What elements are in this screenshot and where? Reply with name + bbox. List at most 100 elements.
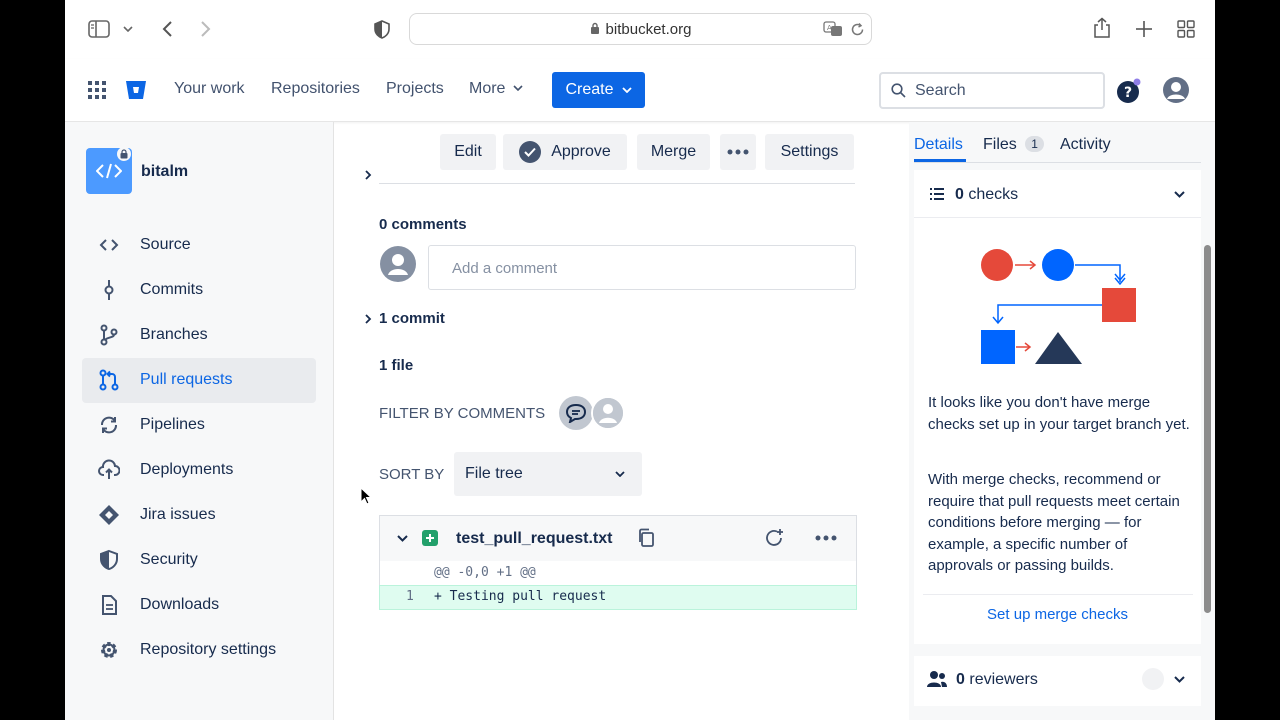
reviewers-card[interactable]: 0 reviewers — [914, 656, 1201, 706]
app-switcher-icon[interactable] — [87, 80, 107, 100]
more-icon — [727, 149, 749, 155]
sidebar-item-repository-settings[interactable]: Repository settings — [82, 628, 316, 673]
edit-button[interactable]: Edit — [440, 134, 496, 170]
avatar[interactable] — [1162, 76, 1190, 104]
privacy-shield-icon[interactable] — [371, 18, 393, 40]
document-icon — [102, 595, 117, 615]
comment-refresh-icon[interactable] — [764, 528, 785, 548]
help-icon[interactable]: ? — [1116, 78, 1142, 104]
code-icon — [99, 239, 119, 251]
reload-icon[interactable] — [848, 20, 866, 38]
commits-toggle[interactable]: 1 commit — [379, 310, 445, 327]
line-number: 1 — [406, 589, 414, 604]
sidebar-item-commits[interactable]: Commits — [82, 268, 316, 313]
sort-value: File tree — [465, 465, 523, 482]
translate-icon[interactable]: A — [822, 20, 844, 38]
bitbucket-app: bitbucket.org A Your work Repositories P… — [65, 0, 1215, 720]
jira-icon — [99, 505, 119, 525]
sidebar-item-label: Source — [140, 236, 191, 253]
browser-toolbar: bitbucket.org A — [65, 0, 1215, 60]
chevron-down-icon — [1174, 676, 1185, 683]
checks-description: With merge checks, recommend or require … — [928, 471, 1180, 574]
sidebar-item-pipelines[interactable]: Pipelines — [82, 403, 316, 448]
repository-sidebar: bitalm Source Commits Branches Pull requ… — [65, 122, 334, 720]
sidebar-item-label: Repository settings — [140, 641, 277, 658]
more-icon[interactable] — [815, 535, 837, 541]
sidebar-item-jira-issues[interactable]: Jira issues — [82, 493, 316, 538]
sidebar-item-source[interactable]: Source — [82, 223, 316, 268]
chevron-down-icon[interactable] — [397, 535, 408, 542]
sidebar-item-label: Pipelines — [140, 416, 205, 433]
nav-more-label: More — [469, 80, 506, 97]
sidebar-toggle-icon[interactable] — [87, 18, 111, 40]
search-placeholder: Search — [915, 82, 966, 99]
filter-comments-toggle[interactable] — [559, 396, 593, 430]
chevron-down-icon[interactable] — [121, 20, 135, 38]
tab-overview-icon[interactable] — [1175, 18, 1197, 40]
approve-label: Approve — [551, 143, 611, 160]
sidebar-item-branches[interactable]: Branches — [82, 313, 316, 358]
create-button[interactable]: Create — [552, 72, 645, 108]
tab-files[interactable]: Files 1 — [983, 136, 1044, 154]
approve-button[interactable]: Approve — [503, 134, 627, 170]
checks-header[interactable]: 0 checks — [914, 170, 1201, 218]
comment-input[interactable]: Add a comment — [428, 245, 856, 290]
private-lock-icon — [117, 147, 131, 161]
hunk-header-text: @@ -0,0 +1 @@ — [434, 565, 536, 580]
chevron-right-icon[interactable] — [363, 169, 373, 181]
sort-select[interactable]: File tree — [454, 452, 642, 496]
files-count: 1 file — [379, 357, 414, 374]
copy-icon[interactable] — [637, 528, 655, 548]
share-icon[interactable] — [1091, 16, 1113, 40]
approve-check-icon — [519, 141, 542, 163]
setup-merge-checks-link[interactable]: Set up merge checks — [914, 606, 1201, 623]
file-name[interactable]: test_pull_request.txt — [456, 530, 612, 548]
more-actions-button[interactable] — [720, 134, 756, 170]
forward-icon[interactable] — [196, 18, 216, 40]
url-text: bitbucket.org — [410, 21, 871, 38]
checks-title: 0 checks — [955, 186, 1018, 204]
comments-count: 0 comments — [379, 216, 467, 233]
tab-details[interactable]: Details — [914, 136, 963, 154]
mouse-cursor-icon — [360, 487, 372, 505]
new-tab-icon[interactable] — [1133, 18, 1155, 40]
bitbucket-logo-icon[interactable] — [124, 79, 148, 101]
list-icon — [930, 188, 944, 200]
reviewers-label: reviewers — [969, 671, 1038, 688]
filter-user-avatar[interactable] — [591, 396, 625, 430]
nav-projects[interactable]: Projects — [386, 80, 444, 98]
sidebar-item-label: Pull requests — [140, 371, 233, 388]
sidebar-item-label: Commits — [140, 281, 204, 298]
repository-name[interactable]: bitalm — [141, 163, 188, 181]
nav-repositories[interactable]: Repositories — [271, 80, 360, 98]
svg-text:A: A — [827, 24, 832, 32]
top-navigation: Your work Repositories Projects More Cre… — [65, 59, 1215, 122]
filter-by-comments-label: FILTER BY COMMENTS — [379, 405, 546, 422]
lock-icon — [590, 22, 599, 34]
sidebar-item-downloads[interactable]: Downloads — [82, 583, 316, 628]
file-added-icon — [422, 530, 438, 546]
search-input[interactable]: Search — [879, 72, 1105, 109]
comment-placeholder: Add a comment — [452, 260, 558, 277]
merge-button[interactable]: Merge — [637, 134, 710, 170]
reviewers-count: 0 — [956, 671, 965, 688]
chevron-right-icon[interactable] — [363, 313, 373, 325]
deployments-icon — [98, 459, 120, 479]
nav-more[interactable]: More — [469, 80, 523, 98]
tabs-divider — [914, 162, 1201, 163]
file-diff-header: test_pull_request.txt — [379, 515, 857, 562]
address-bar[interactable]: bitbucket.org A — [409, 13, 872, 45]
user-avatar — [380, 246, 416, 282]
sidebar-item-security[interactable]: Security — [82, 538, 316, 583]
divider — [379, 183, 855, 184]
diff-added-line: 1 + Testing pull request — [379, 585, 857, 610]
nav-your-work[interactable]: Your work — [174, 80, 245, 98]
sidebar-item-pull-requests[interactable]: Pull requests — [82, 358, 316, 403]
checks-count: 0 — [955, 186, 964, 203]
scrollbar-thumb[interactable] — [1204, 245, 1211, 613]
tab-activity[interactable]: Activity — [1060, 136, 1111, 154]
sidebar-item-deployments[interactable]: Deployments — [82, 448, 316, 493]
back-icon[interactable] — [157, 18, 177, 40]
settings-button[interactable]: Settings — [765, 134, 854, 170]
tab-files-label: Files — [983, 136, 1017, 153]
